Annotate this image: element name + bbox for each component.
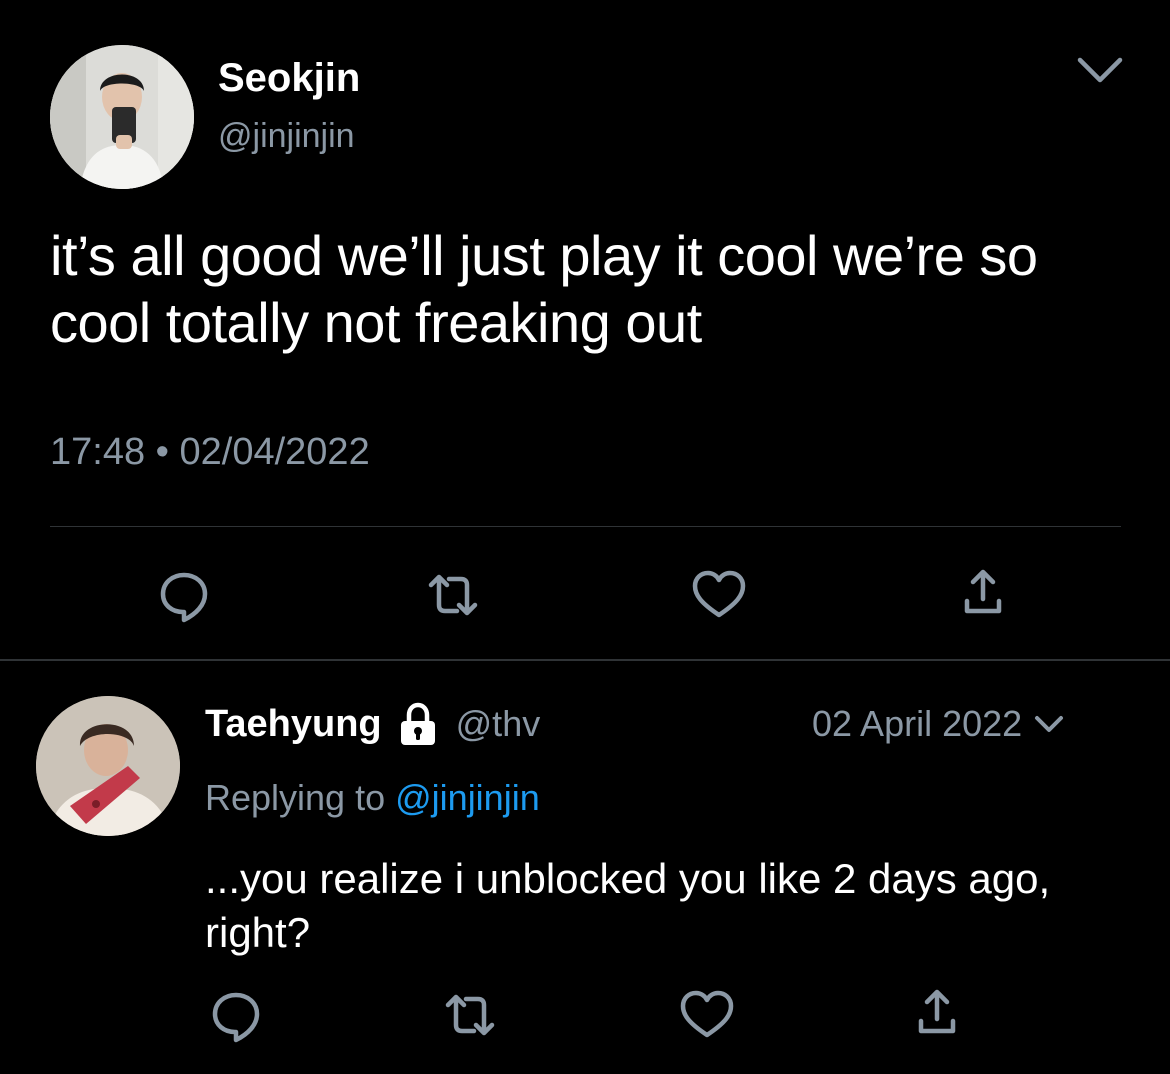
reply-date-group: 02 April 2022 [812, 696, 1066, 752]
reply-header: Taehyung @thv [205, 696, 540, 752]
lock-icon [394, 700, 442, 748]
retweet-icon[interactable] [423, 565, 483, 625]
avatar-taehyung[interactable] [36, 696, 180, 836]
like-icon[interactable] [689, 565, 749, 625]
mention-link[interactable]: @jinjinjin [395, 777, 540, 818]
avatar-seokjin[interactable] [50, 45, 194, 189]
like-icon[interactable] [677, 985, 737, 1045]
display-name[interactable]: Seokjin [218, 52, 360, 104]
reply-icon[interactable] [206, 985, 266, 1045]
reply-icon[interactable] [154, 565, 214, 625]
reply-date[interactable]: 02 April 2022 [812, 703, 1022, 745]
tweet-text: it’s all good we’ll just play it cool we… [50, 224, 1038, 354]
avatar-image [36, 696, 180, 836]
reply-text: ...you realize i unblocked you like 2 da… [205, 855, 1051, 956]
share-icon[interactable] [907, 983, 967, 1043]
user-handle[interactable]: @jinjinjin [218, 113, 355, 159]
share-icon[interactable] [953, 563, 1013, 623]
tweet-separator [0, 659, 1170, 661]
tweet-timestamp[interactable]: 17:48 • 02/04/2022 [50, 428, 370, 476]
chevron-down-icon[interactable] [1032, 710, 1066, 738]
replying-to: Replying to @jinjinjin [205, 774, 540, 822]
divider [50, 526, 1121, 527]
avatar-image [50, 45, 194, 189]
user-handle[interactable]: @thv [456, 703, 541, 745]
display-name[interactable]: Taehyung [205, 703, 382, 746]
chevron-down-icon[interactable] [1074, 50, 1126, 90]
retweet-icon[interactable] [440, 985, 500, 1045]
replying-label: Replying to [205, 777, 386, 818]
